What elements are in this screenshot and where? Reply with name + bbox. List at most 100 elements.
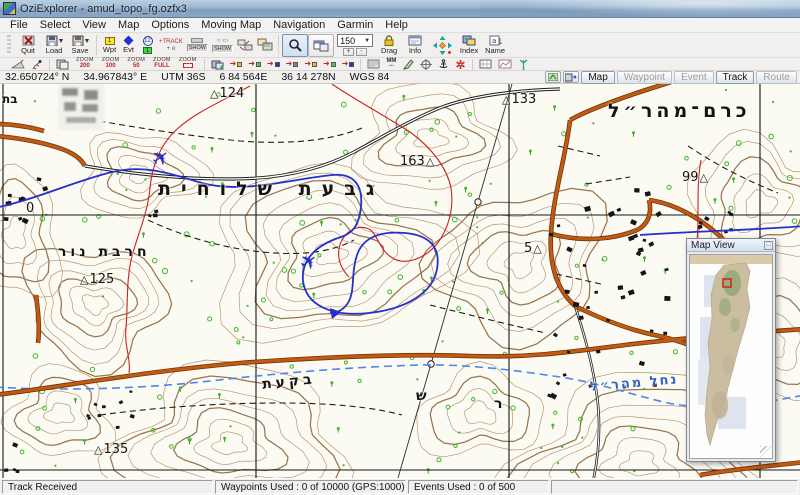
- status-bar: Track Received Waypoints Used : 0 of 100…: [0, 478, 800, 495]
- place-label-1: כרם־מהר״ל: [608, 100, 751, 122]
- pan-pad-control[interactable]: [428, 34, 456, 57]
- moving-map-button[interactable]: MM ▪▪▪: [383, 58, 399, 70]
- map-view-close-button[interactable]: □: [764, 240, 773, 250]
- gps-antenna-button[interactable]: [515, 58, 532, 70]
- zoom-200-button[interactable]: ZOOM 200: [72, 57, 98, 70]
- capture-icon: [211, 60, 224, 69]
- app-icon: [3, 2, 16, 15]
- menu-options[interactable]: Options: [145, 18, 195, 33]
- gps-routes-down-button[interactable]: ➜: [339, 58, 358, 70]
- israel-overview-map: [690, 255, 772, 458]
- nmea-icon: [367, 59, 380, 69]
- gps-tracks-down-button[interactable]: ➜: [320, 58, 339, 70]
- ozi-explorer-window: { "window": {"title": "OziExplorer - amu…: [0, 0, 800, 495]
- track-mode-button[interactable]: Track: [715, 70, 755, 84]
- zoom-100-button[interactable]: ZOOM 100: [98, 57, 124, 70]
- stream-line: [0, 364, 800, 408]
- waypoint-create-button[interactable]: 1 Wpt: [100, 34, 119, 57]
- alarm-button[interactable]: [452, 58, 469, 70]
- menu-navigation[interactable]: Navigation: [267, 18, 331, 33]
- position-crosshair-button[interactable]: [417, 58, 435, 70]
- red-arrow-icon: ➜: [304, 59, 312, 68]
- anchor-button[interactable]: [435, 58, 452, 70]
- map-windows-button[interactable]: [255, 34, 275, 57]
- place-label-7: בת: [2, 92, 18, 106]
- load-button[interactable]: Load: [41, 34, 67, 57]
- zoom-50-button[interactable]: ZOOM 50: [123, 57, 149, 70]
- zoom-in-button[interactable]: +: [343, 48, 355, 56]
- gps-routes-up-button[interactable]: ➜: [264, 58, 283, 70]
- disk-arrow-icon: [565, 73, 578, 81]
- northing-readout: 36 14 278N: [281, 71, 336, 83]
- topo-map-canvas[interactable]: גבעת שלוחית כרם־מהר״ל חרבת נור בקעת ש ר נחל מה…: [0, 84, 800, 478]
- zoom-window-button[interactable]: ZOOM: [175, 57, 201, 70]
- gps-all-up-button[interactable]: ➜: [283, 58, 302, 70]
- menu-help[interactable]: Help: [379, 18, 414, 33]
- drag-lock-button[interactable]: Drag: [376, 34, 402, 57]
- coordinate-bar: 32.650724° N 34.967843° E UTM 36S 6 84 5…: [0, 70, 800, 84]
- map-window-button[interactable]: [308, 33, 335, 57]
- route-tools-button[interactable]: [235, 34, 255, 57]
- gps-track-blue: [0, 168, 800, 315]
- mm-dots-icon: ▪▪▪: [388, 63, 395, 69]
- show-waypoints-button[interactable]: SHOW: [185, 34, 210, 57]
- menu-garmin[interactable]: Garmin: [331, 18, 379, 33]
- zoom-full-button[interactable]: ZOOM FULL: [149, 57, 175, 70]
- magnify-button[interactable]: [282, 33, 309, 57]
- menu-moving-map[interactable]: Moving Map: [195, 18, 267, 33]
- separator: [49, 58, 50, 70]
- menu-file[interactable]: File: [4, 18, 34, 33]
- track-draw-button[interactable]: [399, 58, 417, 70]
- longitude-readout: 34.967843° E: [83, 71, 148, 83]
- toolbar-grip: [7, 35, 11, 55]
- menu-view[interactable]: View: [76, 18, 112, 33]
- utm-zone-readout: UTM 36S: [161, 71, 206, 83]
- magnifier-icon: [288, 38, 302, 52]
- resize-grip[interactable]: [760, 446, 772, 458]
- add-track-button[interactable]: +TRACK + o: [157, 34, 185, 57]
- nmea-simulate-button[interactable]: [364, 58, 383, 70]
- measure-distance-button[interactable]: [8, 58, 28, 70]
- track-dots-icon: ○ ▭: [217, 37, 229, 44]
- anchor-icon: [439, 58, 448, 68]
- event-create-button[interactable]: Evt: [119, 34, 138, 57]
- map-view-window[interactable]: Map View □: [686, 238, 776, 462]
- map-image-button[interactable]: [545, 71, 562, 83]
- map-view-titlebar[interactable]: Map View □: [687, 239, 775, 252]
- red-asterisk-icon: [456, 59, 466, 69]
- datum-readout: WGS 84: [349, 71, 390, 83]
- zoom-out-button[interactable]: -: [356, 48, 368, 56]
- profile-chart-icon: [498, 59, 512, 69]
- gps-tracks-up-button[interactable]: ➜: [245, 58, 264, 70]
- blank-map-button[interactable]: [53, 58, 72, 70]
- zoom-preset-group: ZOOM 200 ZOOM 100 ZOOM 50 ZOOM FULL ZOOM: [72, 57, 201, 70]
- antenna-icon: [520, 59, 528, 70]
- show-tracks-button[interactable]: ○ ▭ SHOW: [210, 34, 235, 57]
- map-view-content[interactable]: [689, 254, 773, 459]
- gps-waypoints-up-button[interactable]: ➜: [227, 58, 246, 70]
- save-button[interactable]: Save: [67, 34, 93, 57]
- save-position-button[interactable]: [563, 71, 580, 83]
- event-number-icon: 1: [143, 47, 152, 54]
- name-search-button[interactable]: a Name: [482, 34, 508, 57]
- menu-select[interactable]: Select: [34, 18, 77, 33]
- waypoint-mode-button: Waypoint: [616, 70, 673, 84]
- red-arrow-icon: ➜: [229, 59, 237, 68]
- quit-button[interactable]: Quit: [15, 34, 41, 57]
- index-button[interactable]: Index: [456, 34, 482, 57]
- track-figure-icon: [32, 59, 42, 69]
- spot-height-5: 5 △: [524, 241, 542, 256]
- number-badges-button[interactable]: 12 1: [138, 34, 157, 57]
- track-control-button[interactable]: [28, 58, 46, 70]
- menu-map[interactable]: Map: [112, 18, 145, 33]
- zoom-level-combo[interactable]: 150 ▼: [337, 34, 374, 47]
- elevation-profile-button[interactable]: [495, 58, 515, 70]
- zoom-level-control: 150 ▼ + -: [337, 34, 374, 56]
- title-bar[interactable]: OziExplorer - amud_topo_fg.ozfx3: [0, 0, 800, 18]
- map-grid-setup-button[interactable]: [476, 58, 495, 70]
- latitude-readout: 32.650724° N: [5, 71, 70, 83]
- gps-waypoints-down-button[interactable]: ➜: [301, 58, 320, 70]
- screen-capture-button[interactable]: [208, 58, 227, 70]
- info-button[interactable]: Info: [402, 34, 428, 57]
- map-mode-button[interactable]: Map: [581, 70, 615, 84]
